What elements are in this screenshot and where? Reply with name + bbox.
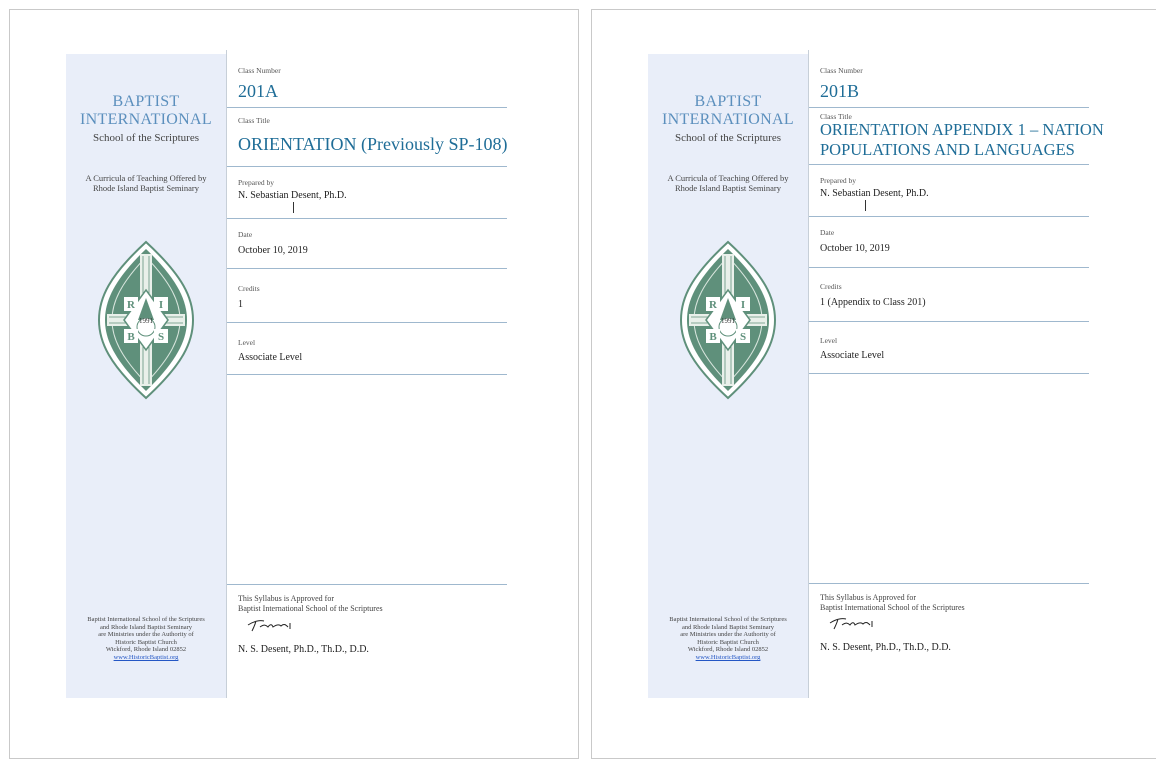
divider <box>227 166 507 167</box>
divider <box>227 107 507 108</box>
document-page-2: BAPTIST INTERNATIONAL School of the Scri… <box>591 9 1156 759</box>
sidebar-title-line2: INTERNATIONAL <box>80 111 212 128</box>
sidebar-footer: Baptist International School of the Scri… <box>68 616 224 662</box>
level-value: Associate Level <box>820 350 885 361</box>
credits-value: 1 <box>238 299 243 310</box>
sidebar: BAPTIST INTERNATIONAL School of the Scri… <box>648 54 808 698</box>
divider <box>227 584 507 585</box>
signature-image <box>247 620 291 632</box>
signature-image <box>829 618 873 630</box>
divider <box>227 322 507 323</box>
divider <box>809 164 1089 165</box>
sidebar-footer: Baptist International School of the Scri… <box>650 616 806 662</box>
divider <box>809 321 1089 322</box>
divider <box>809 267 1089 268</box>
prepared-by-value: N. Sebastian Desent, Ph.D. <box>820 188 929 199</box>
seminary-seal-logo: 1991 R I B S <box>679 240 777 400</box>
credits-label: Credits <box>820 282 842 291</box>
approval-text: This Syllabus is Approved for Baptist In… <box>238 594 383 613</box>
class-number-value: 201A <box>238 81 278 101</box>
approval-line1: This Syllabus is Approved for <box>820 593 916 602</box>
prepared-by-value: N. Sebastian Desent, Ph.D. <box>238 190 347 201</box>
seminary-seal-logo: 1991 R I B S <box>97 240 195 400</box>
approval-line2: Baptist International School of the Scri… <box>820 602 965 612</box>
sidebar-description-line1: A Curricula of Teaching Offered by <box>85 173 207 183</box>
class-number-value: 201B <box>820 81 860 101</box>
class-title-value-line1: ORIENTATION APPENDIX 1 – NATION <box>820 120 1104 139</box>
divider <box>227 374 507 375</box>
footer-line1: Baptist International School of the Scri… <box>87 616 205 623</box>
sidebar-title-line1: BAPTIST <box>694 93 762 110</box>
footer-line4: Historic Baptist Church <box>697 638 759 646</box>
approval-line1: This Syllabus is Approved for <box>238 594 334 603</box>
svg-text:1991: 1991 <box>721 317 736 325</box>
class-title-value-line2: POPULATIONS AND LANGUAGES <box>820 140 1075 159</box>
sidebar-subtitle: School of the Scriptures <box>92 132 199 144</box>
level-value: Associate Level <box>238 352 303 363</box>
sidebar-title-line1: BAPTIST <box>112 93 180 110</box>
date-label: Date <box>820 228 835 237</box>
svg-text:R: R <box>127 299 136 311</box>
date-value: October 10, 2019 <box>820 243 890 254</box>
divider <box>809 216 1089 217</box>
sidebar-description-line2: Rhode Island Baptist Seminary <box>674 183 781 193</box>
date-value: October 10, 2019 <box>238 245 308 256</box>
footer-line3: are Ministries under the Authority of <box>680 631 776 639</box>
class-number-label: Class Number <box>820 66 863 75</box>
footer-line1: Baptist International School of the Scri… <box>669 616 787 623</box>
website-link[interactable]: www.HistoricBaptist.org <box>68 654 224 662</box>
text-cursor <box>293 202 294 213</box>
document-page-1: BAPTIST INTERNATIONAL School of the Scri… <box>9 9 579 759</box>
sidebar-title-line2: INTERNATIONAL <box>662 111 794 128</box>
divider <box>809 373 1089 374</box>
class-number-label: Class Number <box>238 66 281 75</box>
svg-text:R: R <box>709 299 718 311</box>
divider <box>809 107 1089 108</box>
signer-name: N. S. Desent, Ph.D., Th.D., D.D. <box>820 642 951 653</box>
level-label: Level <box>820 336 838 345</box>
footer-line2: and Rhode Island Baptist Seminary <box>681 623 775 631</box>
date-label: Date <box>238 230 253 239</box>
class-title-value: ORIENTATION (Previously SP-108) <box>238 134 508 154</box>
divider <box>227 218 507 219</box>
text-cursor <box>865 200 866 211</box>
footer-line5: Wickford, Rhode Island 02852 <box>105 646 187 654</box>
divider <box>227 268 507 269</box>
sidebar: BAPTIST INTERNATIONAL School of the Scri… <box>66 54 226 698</box>
website-link[interactable]: www.HistoricBaptist.org <box>650 654 806 662</box>
footer-line4: Historic Baptist Church <box>115 638 177 646</box>
svg-text:B: B <box>709 331 717 343</box>
approval-text: This Syllabus is Approved for Baptist In… <box>820 593 965 612</box>
footer-line5: Wickford, Rhode Island 02852 <box>687 646 769 654</box>
credits-label: Credits <box>238 284 260 293</box>
sidebar-description-line1: A Curricula of Teaching Offered by <box>667 173 789 183</box>
sidebar-description-line2: Rhode Island Baptist Seminary <box>92 183 199 193</box>
svg-text:I: I <box>159 299 163 311</box>
svg-text:S: S <box>158 331 164 343</box>
credits-value: 1 (Appendix to Class 201) <box>820 297 926 308</box>
prepared-by-label: Prepared by <box>238 178 275 187</box>
footer-line3: are Ministries under the Authority of <box>98 631 194 639</box>
signer-name: N. S. Desent, Ph.D., Th.D., D.D. <box>238 644 369 655</box>
sidebar-description: A Curricula of Teaching Offered by Rhode… <box>652 173 804 193</box>
level-label: Level <box>238 338 256 347</box>
svg-text:B: B <box>127 331 135 343</box>
svg-text:1991: 1991 <box>139 317 154 325</box>
column-divider <box>808 50 809 698</box>
class-title-label: Class Title <box>238 116 270 125</box>
prepared-by-label: Prepared by <box>820 176 857 185</box>
footer-line2: and Rhode Island Baptist Seminary <box>99 623 193 631</box>
svg-text:S: S <box>740 331 746 343</box>
svg-text:I: I <box>741 299 745 311</box>
divider <box>809 583 1089 584</box>
sidebar-description: A Curricula of Teaching Offered by Rhode… <box>70 173 222 193</box>
sidebar-subtitle: School of the Scriptures <box>674 132 781 144</box>
approval-line2: Baptist International School of the Scri… <box>238 603 383 613</box>
